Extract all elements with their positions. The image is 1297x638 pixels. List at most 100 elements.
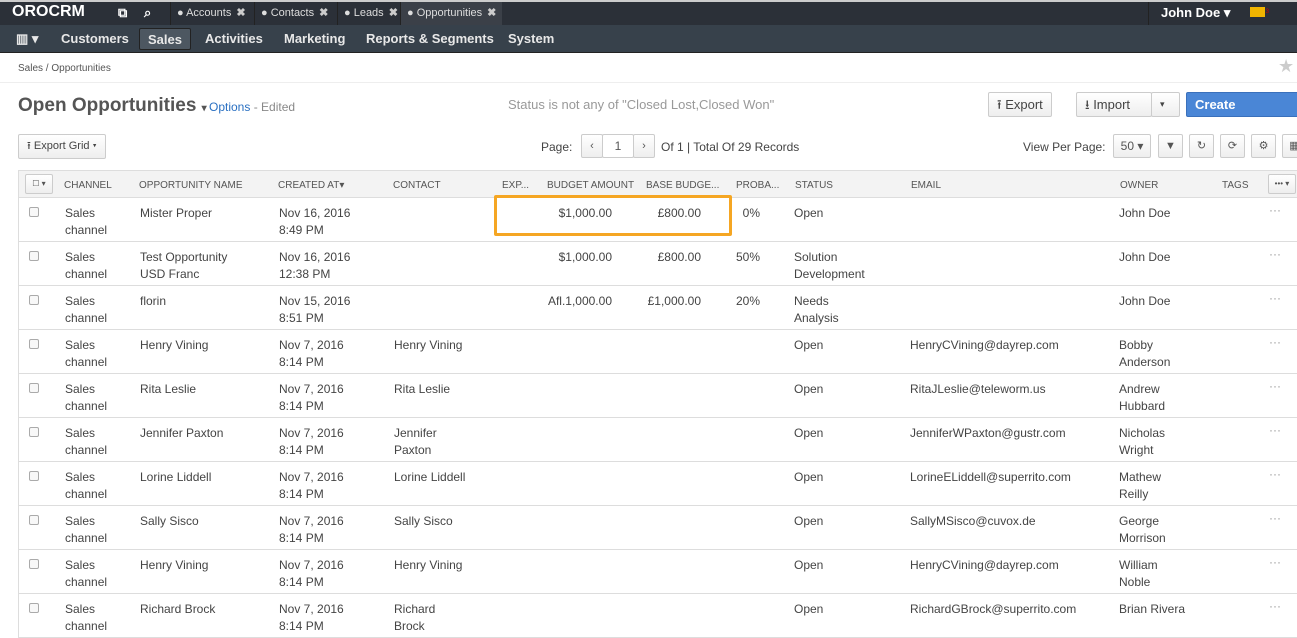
pinned-tab-accounts[interactable]: ● Accounts ✖ [170,2,252,25]
table-row[interactable]: Sales channel Sally Sisco Nov 7, 2016 8:14… [18,506,1297,550]
nav-marketing[interactable]: Marketing [276,28,353,50]
cell-name: Sally Sisco [140,514,199,528]
row-actions-icon[interactable]: ··· [1269,203,1281,217]
row-actions-icon[interactable]: ··· [1269,379,1281,393]
row-checkbox[interactable] [29,339,39,349]
export-grid-label: Export Grid [33,140,90,152]
main-nav: ▥ ▾ Customers Sales Activities Marketing… [0,25,1297,53]
filter-icon[interactable]: ▼ [1158,134,1183,158]
next-page-button[interactable]: › [633,134,655,158]
row-checkbox[interactable] [29,295,39,305]
cell-name: Lorine Liddell [140,470,212,484]
import-dropdown-button[interactable]: ▾ [1151,92,1180,117]
table-row[interactable]: Sales channel Lorine Liddell Nov 7, 2016 8… [18,462,1297,506]
table-row[interactable]: Sales channel Rita Leslie Nov 7, 2016 8:14… [18,374,1297,418]
nav-system[interactable]: System [500,28,562,50]
cell-status: Open [794,558,824,572]
share-icon[interactable]: ⧉ [118,5,127,21]
options-link[interactable]: Options [209,100,250,114]
table-row[interactable]: Sales channel Henry Vining Nov 7, 2016 8:1… [18,330,1297,374]
nav-sales[interactable]: Sales [139,28,191,50]
row-actions-icon[interactable]: ··· [1269,291,1281,305]
cell-created: Nov 7, 2016 8:14 PM [279,470,344,501]
grid-actions-menu[interactable]: ••• ▾ [1268,174,1296,194]
pinned-tab-leads[interactable]: ● Leads ✖ [337,2,404,25]
col-owner[interactable]: OWNER [1120,180,1158,191]
refresh-icon[interactable]: ⟳ [1220,134,1245,158]
export-grid-button[interactable]: ⭱ Export Grid ▾ [18,134,106,159]
select-all-checkbox[interactable]: ☐ ▾ [25,174,53,194]
table-row[interactable]: Sales channel Jennifer Paxton Nov 7, 2016 … [18,418,1297,462]
cell-name: florin [140,294,167,308]
col-contact[interactable]: CONTACT [393,180,441,191]
close-icon[interactable]: ✖ [236,7,245,19]
col-channel[interactable]: CHANNEL [64,180,112,191]
pinned-tab-opportunities[interactable]: ● Opportunities ✖ [400,2,503,25]
columns-icon[interactable]: ▦ [1282,134,1297,158]
reset-icon[interactable]: ↻ [1189,134,1214,158]
cell-owner: Brian Rivera [1119,602,1186,616]
row-checkbox[interactable] [29,471,39,481]
row-actions-icon[interactable]: ··· [1269,423,1281,437]
table-row[interactable]: Sales channel Richard Brock Nov 7, 2016 8:… [18,594,1297,638]
row-actions-icon[interactable]: ··· [1269,247,1281,261]
nav-activities[interactable]: Activities [197,28,271,50]
page-title[interactable]: Open Opportunities ▾ [18,95,207,117]
mail-count: 3 [1265,9,1269,15]
nav-reports[interactable]: Reports & Segments [358,28,502,50]
row-checkbox[interactable] [29,603,39,613]
user-menu[interactable]: John Doe ▾ [1148,2,1238,25]
nav-customers[interactable]: Customers [53,28,137,50]
col-tags[interactable]: TAGS [1222,180,1248,191]
close-icon[interactable]: ✖ [487,7,496,19]
col-expected[interactable]: EXP... [502,180,529,191]
col-email[interactable]: EMAIL [911,180,941,191]
row-actions-icon[interactable]: ··· [1269,335,1281,349]
row-checkbox[interactable] [29,427,39,437]
cell-created: Nov 7, 2016 8:14 PM [279,558,344,589]
prev-page-button[interactable]: ‹ [581,134,603,158]
star-icon[interactable]: ★ [1278,56,1294,77]
row-actions-icon[interactable]: ··· [1269,467,1281,481]
export-button[interactable]: ⭱ Export [988,92,1052,117]
tab-label: Accounts [186,7,232,19]
col-probability[interactable]: PROBA... [736,180,779,191]
row-checkbox[interactable] [29,251,39,261]
cell-status: Solution Development [794,250,865,281]
search-icon[interactable]: ⌕ [144,5,151,21]
row-checkbox[interactable] [29,515,39,525]
row-actions-icon[interactable]: ··· [1269,555,1281,569]
cell-name: Test Opportunity USD Franc [140,250,228,281]
col-created-at[interactable]: CREATED AT▾ [278,180,344,191]
row-actions-icon[interactable]: ··· [1269,599,1281,613]
logo[interactable]: OROCRM [12,3,85,21]
table-row[interactable]: Sales channel Test Opportunity USD Franc N… [18,242,1297,286]
col-status[interactable]: STATUS [795,180,833,191]
pinned-tab-contacts[interactable]: ● Contacts ✖ [254,2,334,25]
table-row[interactable]: Sales channel Henry Vining Nov 7, 2016 8:1… [18,550,1297,594]
col-opportunity-name[interactable]: OPPORTUNITY NAME [139,180,243,191]
cell-prob: 0% [742,206,760,220]
col-budget-amount[interactable]: BUDGET AMOUNT [547,180,634,191]
per-page-select[interactable]: 50 ▾ [1113,134,1151,158]
divider [0,82,1297,83]
cell-channel: Sales channel [65,426,108,457]
col-base-budget[interactable]: BASE BUDGE... [646,180,719,191]
row-actions-icon[interactable]: ··· [1269,511,1281,525]
row-checkbox[interactable] [29,383,39,393]
mail-icon[interactable]: 3 [1250,7,1269,17]
create-opportunity-button[interactable]: Create Opportunity [1186,92,1297,135]
cell-status: Open [794,514,824,528]
row-checkbox[interactable] [29,207,39,217]
table-row[interactable]: Sales channel florin Nov 15, 2016 8:51 PM A… [18,286,1297,330]
close-icon[interactable]: ✖ [319,7,328,19]
cell-budget: $1,000.00 [558,250,612,264]
dashboard-icon[interactable]: ▥ ▾ [8,28,46,50]
page-input[interactable]: 1 [602,134,634,158]
import-button[interactable]: ⭳ Import [1076,92,1152,117]
row-checkbox[interactable] [29,559,39,569]
close-icon[interactable]: ✖ [389,7,398,19]
cell-name: Richard Brock [140,602,216,616]
settings-icon[interactable]: ⚙ [1251,134,1276,158]
cell-email: SallyMSisco@cuvox.de [910,514,1036,528]
